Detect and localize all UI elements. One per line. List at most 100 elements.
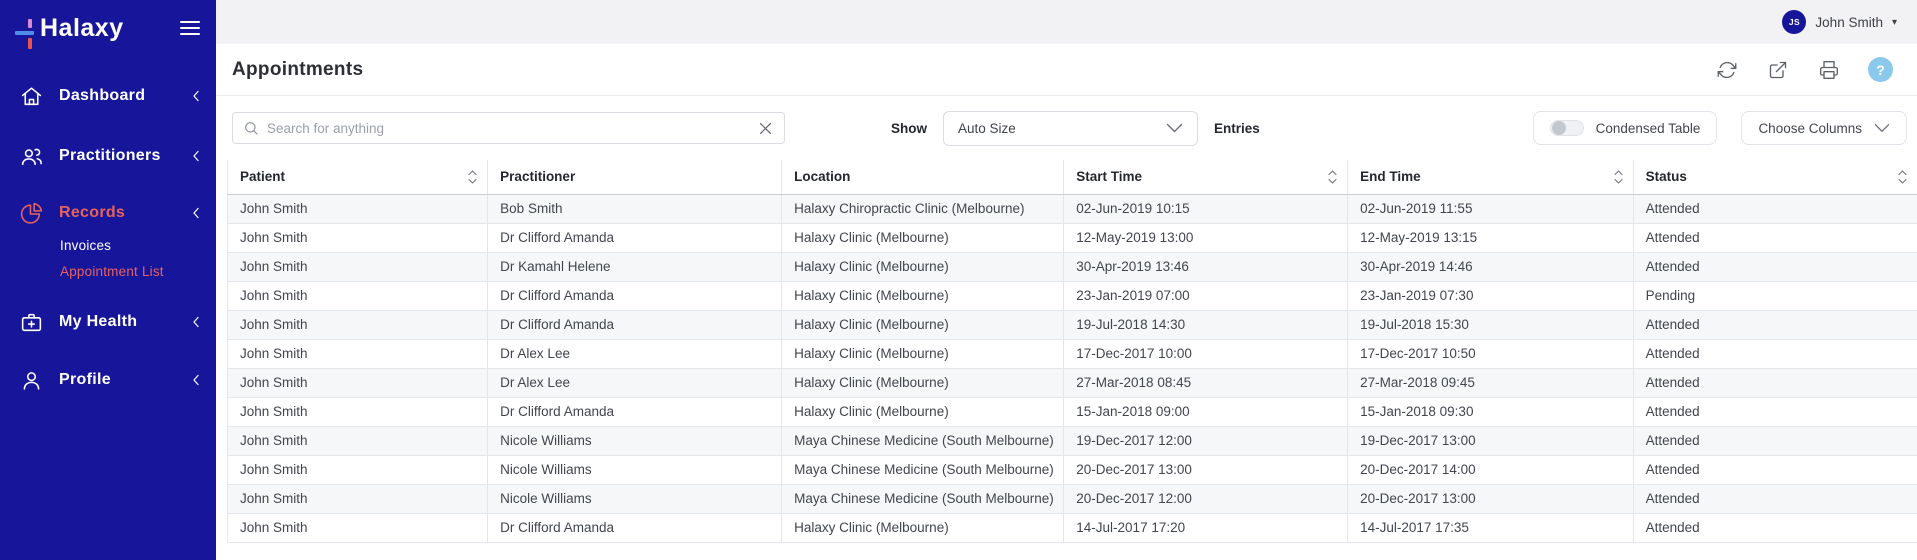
cell-status: Attended	[1633, 339, 1917, 368]
cell-status: Attended	[1633, 426, 1917, 455]
column-header-patient[interactable]: Patient	[228, 160, 488, 194]
clear-search-icon[interactable]	[757, 120, 774, 137]
cell-location: Halaxy Clinic (Melbourne)	[782, 397, 1064, 426]
condensed-table-toggle[interactable]: Condensed Table	[1533, 111, 1718, 145]
cell-start-time: 17-Dec-2017 10:00	[1064, 339, 1348, 368]
chevron-left-icon	[192, 374, 200, 386]
choose-columns-label: Choose Columns	[1758, 121, 1862, 136]
cell-practitioner: Bob Smith	[488, 194, 782, 223]
table-row[interactable]: John SmithDr Clifford AmandaHalaxy Clini…	[228, 513, 1917, 542]
cell-practitioner: Dr Alex Lee	[488, 368, 782, 397]
cell-location: Halaxy Chiropractic Clinic (Melbourne)	[782, 194, 1064, 223]
user-menu[interactable]: JS John Smith ▾	[1782, 10, 1897, 34]
cell-practitioner: Nicole Williams	[488, 455, 782, 484]
cell-practitioner: Dr Clifford Amanda	[488, 281, 782, 310]
help-icon[interactable]: ?	[1868, 57, 1893, 82]
sidebar-item-label: Practitioners	[59, 147, 161, 165]
cell-location: Halaxy Clinic (Melbourne)	[782, 252, 1064, 281]
table-row[interactable]: John SmithBob SmithHalaxy Chiropractic C…	[228, 194, 1917, 223]
sidebar-item-records[interactable]: Records	[0, 197, 216, 229]
table-row[interactable]: John SmithNicole WilliamsMaya Chinese Me…	[228, 455, 1917, 484]
cell-status: Attended	[1633, 368, 1917, 397]
sidebar-item-profile[interactable]: Profile	[0, 364, 216, 396]
choose-columns-button[interactable]: Choose Columns	[1741, 111, 1907, 145]
cell-patient: John Smith	[228, 281, 488, 310]
cell-practitioner: Dr Clifford Amanda	[488, 223, 782, 252]
table-row[interactable]: John SmithDr Clifford AmandaHalaxy Clini…	[228, 281, 1917, 310]
cell-patient: John Smith	[228, 426, 488, 455]
refresh-icon[interactable]	[1715, 58, 1739, 82]
appointments-table-body: John SmithBob SmithHalaxy Chiropractic C…	[228, 194, 1917, 542]
sidebar-item-practitioners[interactable]: Practitioners	[0, 140, 216, 172]
page-size-select[interactable]: Auto Size	[943, 111, 1198, 146]
cell-status: Attended	[1633, 455, 1917, 484]
halaxy-plus-icon	[15, 10, 38, 46]
cell-start-time: 20-Dec-2017 12:00	[1064, 484, 1348, 513]
sidebar-item-label: My Health	[59, 313, 137, 331]
table-row[interactable]: John SmithDr Clifford AmandaHalaxy Clini…	[228, 397, 1917, 426]
sidebar-subitem-label: Invoices	[60, 238, 111, 253]
hamburger-menu-icon[interactable]	[178, 17, 202, 39]
cell-patient: John Smith	[228, 194, 488, 223]
cell-location: Maya Chinese Medicine (South Melbourne)	[782, 426, 1064, 455]
sort-icon	[1328, 169, 1337, 184]
brand-logo[interactable]: Halaxy	[15, 10, 124, 46]
table-row[interactable]: John SmithDr Alex LeeHalaxy Clinic (Melb…	[228, 339, 1917, 368]
search-icon	[243, 120, 259, 136]
cell-status: Attended	[1633, 310, 1917, 339]
home-icon	[19, 84, 44, 109]
column-header-location: Location	[782, 160, 1064, 194]
cell-status: Attended	[1633, 397, 1917, 426]
sidebar: Halaxy Dashboard Practitioners	[0, 0, 216, 560]
cell-start-time: 15-Jan-2018 09:00	[1064, 397, 1348, 426]
cell-end-time: 12-May-2019 13:15	[1348, 223, 1634, 252]
cell-practitioner: Nicole Williams	[488, 484, 782, 513]
table-row[interactable]: John SmithNicole WilliamsMaya Chinese Me…	[228, 484, 1917, 513]
table-row[interactable]: John SmithDr Clifford AmandaHalaxy Clini…	[228, 310, 1917, 339]
table-header-row: Patient Practitioner Location Start Time	[228, 160, 1917, 194]
cell-status: Attended	[1633, 484, 1917, 513]
cell-location: Maya Chinese Medicine (South Melbourne)	[782, 484, 1064, 513]
print-icon[interactable]	[1817, 58, 1841, 82]
topbar: JS John Smith ▾	[216, 0, 1917, 44]
sidebar-subitem-invoices[interactable]: Invoices	[0, 233, 216, 257]
show-label: Show	[891, 121, 927, 136]
cell-location: Halaxy Clinic (Melbourne)	[782, 513, 1064, 542]
column-header-start-time[interactable]: Start Time	[1064, 160, 1348, 194]
cell-patient: John Smith	[228, 368, 488, 397]
person-icon	[19, 368, 44, 393]
sidebar-subitem-label: Appointment List	[60, 264, 164, 279]
cell-status: Attended	[1633, 223, 1917, 252]
column-header-practitioner: Practitioner	[488, 160, 782, 194]
sort-icon	[1898, 169, 1907, 184]
table-row[interactable]: John SmithDr Clifford AmandaHalaxy Clini…	[228, 223, 1917, 252]
sidebar-item-dashboard[interactable]: Dashboard	[0, 80, 216, 112]
appointments-table: Patient Practitioner Location Start Time	[227, 160, 1917, 560]
column-header-end-time[interactable]: End Time	[1348, 160, 1634, 194]
cell-end-time: 19-Dec-2017 13:00	[1348, 426, 1634, 455]
sidebar-item-my-health[interactable]: My Health	[0, 306, 216, 338]
page-size-value: Auto Size	[958, 121, 1016, 136]
cell-status: Attended	[1633, 513, 1917, 542]
cell-practitioner: Nicole Williams	[488, 426, 782, 455]
column-header-status[interactable]: Status	[1633, 160, 1917, 194]
table-row[interactable]: John SmithNicole WilliamsMaya Chinese Me…	[228, 426, 1917, 455]
cell-patient: John Smith	[228, 484, 488, 513]
search-input[interactable]	[267, 121, 757, 136]
cell-practitioner: Dr Alex Lee	[488, 339, 782, 368]
sidebar-subitem-appointment-list[interactable]: Appointment List	[0, 259, 216, 283]
cell-location: Halaxy Clinic (Melbourne)	[782, 310, 1064, 339]
cell-end-time: 17-Dec-2017 10:50	[1348, 339, 1634, 368]
table-row[interactable]: John SmithDr Alex LeeHalaxy Clinic (Melb…	[228, 368, 1917, 397]
cell-patient: John Smith	[228, 310, 488, 339]
export-icon[interactable]	[1766, 58, 1790, 82]
cell-patient: John Smith	[228, 252, 488, 281]
page-actions: ?	[1715, 57, 1893, 82]
cell-patient: John Smith	[228, 455, 488, 484]
cell-end-time: 20-Dec-2017 13:00	[1348, 484, 1634, 513]
people-icon	[19, 144, 44, 169]
table-controls: Show Auto Size Entries Condensed Table C…	[216, 96, 1917, 160]
table-row[interactable]: John SmithDr Kamahl HeleneHalaxy Clinic …	[228, 252, 1917, 281]
chevron-down-icon	[1874, 123, 1890, 133]
user-name: John Smith	[1815, 15, 1883, 30]
